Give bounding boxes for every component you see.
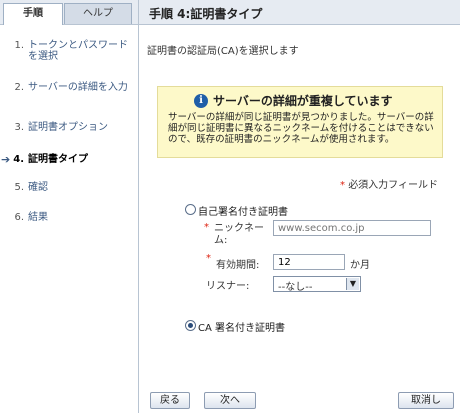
step-label: 証明書タイプ [28,154,88,165]
self-signed-label: 自己署名付き証明書 [198,207,288,218]
required-note-text: 必須入力フィールド [348,180,438,191]
required-star: * [340,180,345,191]
self-signed-radio[interactable] [185,204,196,215]
validity-input[interactable] [273,254,345,270]
page-description: 証明書の認証局(CA)を選択します [147,46,299,57]
warning-title: サーバーの詳細が重複しています [213,94,393,108]
step-number: 6. [14,212,24,223]
page-header: 手順 4:証明書タイプ [139,0,460,25]
tab-help[interactable]: ヘルプ [64,3,132,24]
validity-unit: か月 [350,260,370,271]
info-icon: i [194,94,208,108]
validity-label: 有効期間: [216,260,260,271]
back-button[interactable]: 戻る [150,392,190,409]
nickname-label: ニックネーム: [214,223,264,246]
listener-select[interactable]: --なし-- ▼ [273,276,361,293]
nickname-input[interactable] [273,220,431,236]
listener-label: リスナー: [206,281,250,292]
step-label: 証明書オプション [28,122,108,133]
step-number: 2. [14,82,24,93]
warning-body: サーバーの詳細が同じ証明書が見つかりました。サーバーの詳細が同じ証明書に異なるニ… [168,112,434,145]
ca-signed-radio[interactable] [185,320,196,331]
step-number: 4. [13,154,24,165]
tab-steps[interactable]: 手順 [3,3,63,25]
step-label: 確認 [28,182,48,193]
validity-required-star: * [206,253,211,264]
listener-selected-value: --なし-- [278,282,313,293]
page-title: 手順 4:証明書タイプ [149,7,263,21]
cancel-button[interactable]: 取消し [398,392,454,409]
sidebar-tabs: 手順 ヘルプ [0,0,138,25]
required-field-note: * 必須入力フィールド [340,176,438,191]
step-label: 結果 [28,212,48,223]
nickname-required-star: * [204,222,209,233]
warning-box: i サーバーの詳細が重複しています サーバーの詳細が同じ証明書が見つかりました。… [157,86,443,158]
next-button[interactable]: 次へ [204,392,256,409]
step-number: 5. [14,182,24,193]
step-label: トークンとパスワードを選択 [28,40,128,62]
ca-signed-label: CA 署名付き証明書 [198,323,286,334]
chevron-down-icon[interactable]: ▼ [346,278,359,290]
sidebar: 手順 ヘルプ 1. トークンとパスワードを選択 2. サーバーの詳細を入力 3.… [0,0,139,413]
step-number: 3. [14,122,24,133]
step-label: サーバーの詳細を入力 [28,82,128,93]
step-number: 1. [14,40,24,51]
